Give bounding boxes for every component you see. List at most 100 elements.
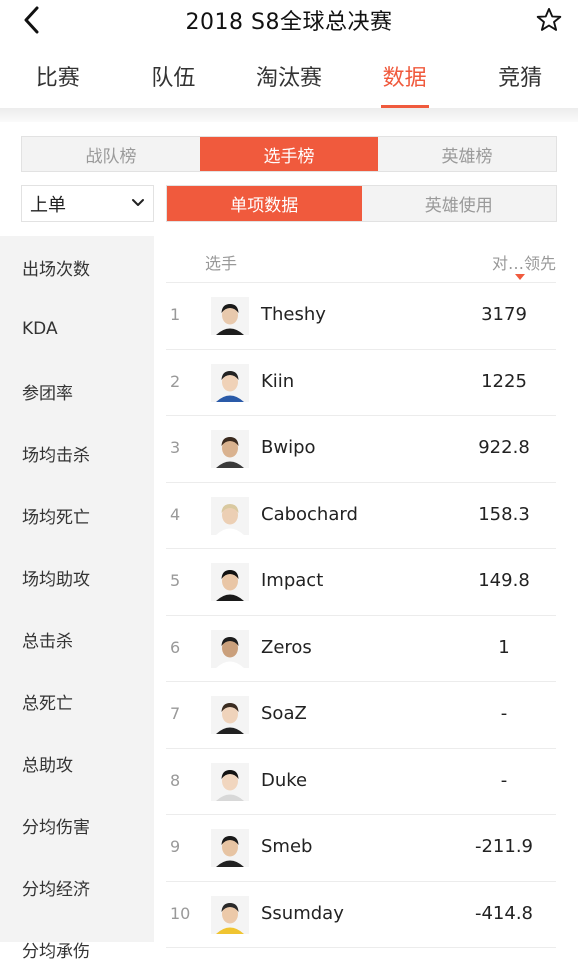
player-photo [211,895,249,934]
player-avatar [211,430,249,468]
header: 2018 S8全球总决赛 [0,0,578,40]
category-item[interactable]: 分均经济 [0,856,154,918]
player-photo [211,629,249,668]
tab-label: 比赛 [35,66,80,91]
category-item[interactable]: 参团率 [0,360,154,422]
ranking-segmented-control: 战队榜 选手榜 英雄榜 [21,136,557,172]
stat-value: 1 [498,636,510,658]
player-stats-table: 选手 对…领先 1 Theshy 3179 2 Kiin 1225 3 Bwipo 922.8 4… [154,236,578,948]
category-item[interactable]: 总击杀 [0,608,154,670]
player-name: Bwipo [261,437,316,458]
player-name: Cabochard [261,503,358,525]
player-avatar [211,496,249,535]
tab-data[interactable]: 数据 [347,52,463,108]
sort-desc-icon [515,274,525,280]
category-item[interactable]: 总死亡 [0,670,154,732]
category-item[interactable]: 出场次数 [0,236,154,298]
position-select[interactable]: 上单 [21,185,154,222]
player-photo [211,363,249,402]
table-row[interactable]: 4 Cabochard 158.3 [166,483,556,549]
player-avatar [211,696,249,734]
favorite-button[interactable] [532,3,566,37]
category-item[interactable]: 总助攻 [0,732,154,794]
stat-value: - [500,703,508,724]
category-item[interactable]: 场均击杀 [0,422,154,484]
tab-matches[interactable]: 比赛 [0,52,116,108]
tab-label: 淘汰赛 [255,66,322,91]
seg-team-ranking[interactable]: 战队榜 [22,137,200,171]
player-photo [211,696,249,734]
star-outline-icon [536,7,562,31]
rank-number: 1 [170,305,181,324]
player-photo [211,297,249,335]
player-name: Impact [261,570,324,591]
stat-category-list: 出场次数 KDA 参团率 场均击杀 场均死亡 场均助攻 总击杀 总死亡 总助攻 … [0,236,154,962]
table-row[interactable]: 8 Duke - [166,749,556,815]
table-row[interactable]: 7 SoaZ - [166,682,556,749]
player-avatar [211,629,249,668]
player-name: Smeb [261,836,313,857]
seg-champion-ranking[interactable]: 英雄榜 [378,137,556,171]
player-name: Duke [261,769,308,791]
player-name: Ssumday [261,902,344,924]
rank-number: 9 [170,837,181,856]
tab-teams[interactable]: 队伍 [116,52,232,108]
player-photo [211,496,249,535]
stat-value: - [500,769,508,791]
category-item[interactable]: 分均承伤 [0,918,154,980]
tab-betting[interactable]: 竞猜 [462,52,578,108]
table-row[interactable]: 5 Impact 149.8 [166,549,556,616]
player-avatar [211,762,249,801]
rank-number: 5 [170,571,181,590]
tab-label: 队伍 [151,66,196,91]
player-name: Zeros [261,636,312,658]
seg-champion-usage[interactable]: 英雄使用 [362,186,557,221]
player-name: SoaZ [261,703,307,724]
table-row[interactable]: 3 Bwipo 922.8 [166,416,556,483]
stat-value: 922.8 [478,437,530,458]
player-avatar [211,297,249,335]
tabs-divider [0,108,578,122]
main-tabs: 比赛 队伍 淘汰赛 数据 竞猜 [0,52,578,108]
rank-number: 6 [170,637,181,657]
rank-number: 10 [170,903,191,923]
table-row[interactable]: 1 Theshy 3179 [166,283,556,350]
tab-knockout[interactable]: 淘汰赛 [231,52,347,108]
rank-number: 4 [170,504,181,524]
player-avatar [211,363,249,402]
player-avatar [211,563,249,601]
seg-single-stats[interactable]: 单项数据 [167,186,362,221]
data-segmented-control: 单项数据 英雄使用 [166,185,557,222]
rank-number: 7 [170,704,181,723]
player-photo [211,563,249,601]
stat-value: -211.9 [474,836,534,857]
stat-value: 149.8 [478,570,530,591]
stat-value: 3179 [481,304,527,325]
player-name: Theshy [261,304,326,325]
player-column-header: 选手 [205,254,238,273]
player-avatar [211,829,249,867]
table-body: 1 Theshy 3179 2 Kiin 1225 3 Bwipo 922.8 4 Cabochar… [166,283,556,948]
player-photo [211,430,249,468]
tab-label: 竞猜 [498,66,543,91]
player-avatar [211,895,249,934]
table-row[interactable]: 2 Kiin 1225 [166,350,556,416]
table-header: 选手 对…领先 [166,236,556,283]
player-photo [211,762,249,801]
category-item[interactable]: 场均死亡 [0,484,154,546]
rank-number: 8 [170,770,181,790]
stat-value: 1225 [481,370,527,392]
seg-player-ranking[interactable]: 选手榜 [200,137,378,171]
player-name: Kiin [261,370,295,392]
table-row[interactable]: 10 Ssumday -414.8 [166,882,556,948]
category-item[interactable]: 场均助攻 [0,546,154,608]
tab-label: 数据 [382,66,427,91]
table-row[interactable]: 9 Smeb -211.9 [166,815,556,882]
rank-number: 2 [170,371,181,391]
category-item[interactable]: KDA [0,298,154,360]
table-row[interactable]: 6 Zeros 1 [166,616,556,682]
stat-value: 158.3 [478,503,530,525]
category-item[interactable]: 分均伤害 [0,794,154,856]
metric-column-header[interactable]: 对…领先 [492,250,556,274]
stat-value: -414.8 [474,902,534,924]
